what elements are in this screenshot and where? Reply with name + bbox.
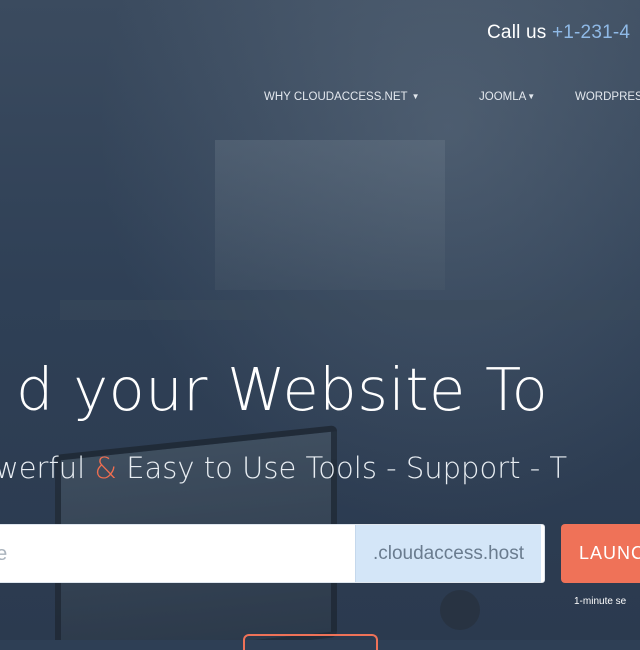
caret-down-icon: ▼ [527,92,536,101]
nav-item-label: JOOMLA [479,91,527,103]
subline-ampersand: & [94,451,117,485]
background-object [440,590,480,630]
nav-item-joomla[interactable]: JOOMLA▼ [479,91,535,103]
domain-suffix: .cloudaccess.host [355,525,541,582]
secondary-cta-button[interactable] [243,634,378,650]
hero-headline: d your Website To [16,355,549,424]
nav-item-label: WORDPRES [575,91,640,103]
caret-down-icon: ▼ [411,92,420,101]
main-nav: WHY CLOUDACCESS.NET ▼ JOOMLA▼ WORDPRES [0,91,640,107]
nav-item-label: WHY CLOUDACCESS.NET [264,91,408,103]
background-window [215,140,445,290]
domain-input[interactable] [0,525,353,582]
launch-button[interactable]: LAUNC [561,524,640,583]
phone-link[interactable]: +1-231-4 [552,22,630,43]
background-shelf [60,300,640,320]
domain-search-form: .cloudaccess.host [0,524,545,583]
call-us-label: Call us [487,22,547,43]
nav-item-wordpress[interactable]: WORDPRES [575,91,640,103]
subline-end: Easy to Use Tools - Support - T [126,451,568,485]
nav-item-why-cloudaccess[interactable]: WHY CLOUDACCESS.NET ▼ [264,91,419,103]
call-us: Call us +1-231-4 [487,22,630,44]
launch-note: 1-minute se [574,596,627,607]
subline-start: werful [0,451,86,485]
hero-subline: werful & Easy to Use Tools - Support - T [0,451,567,485]
